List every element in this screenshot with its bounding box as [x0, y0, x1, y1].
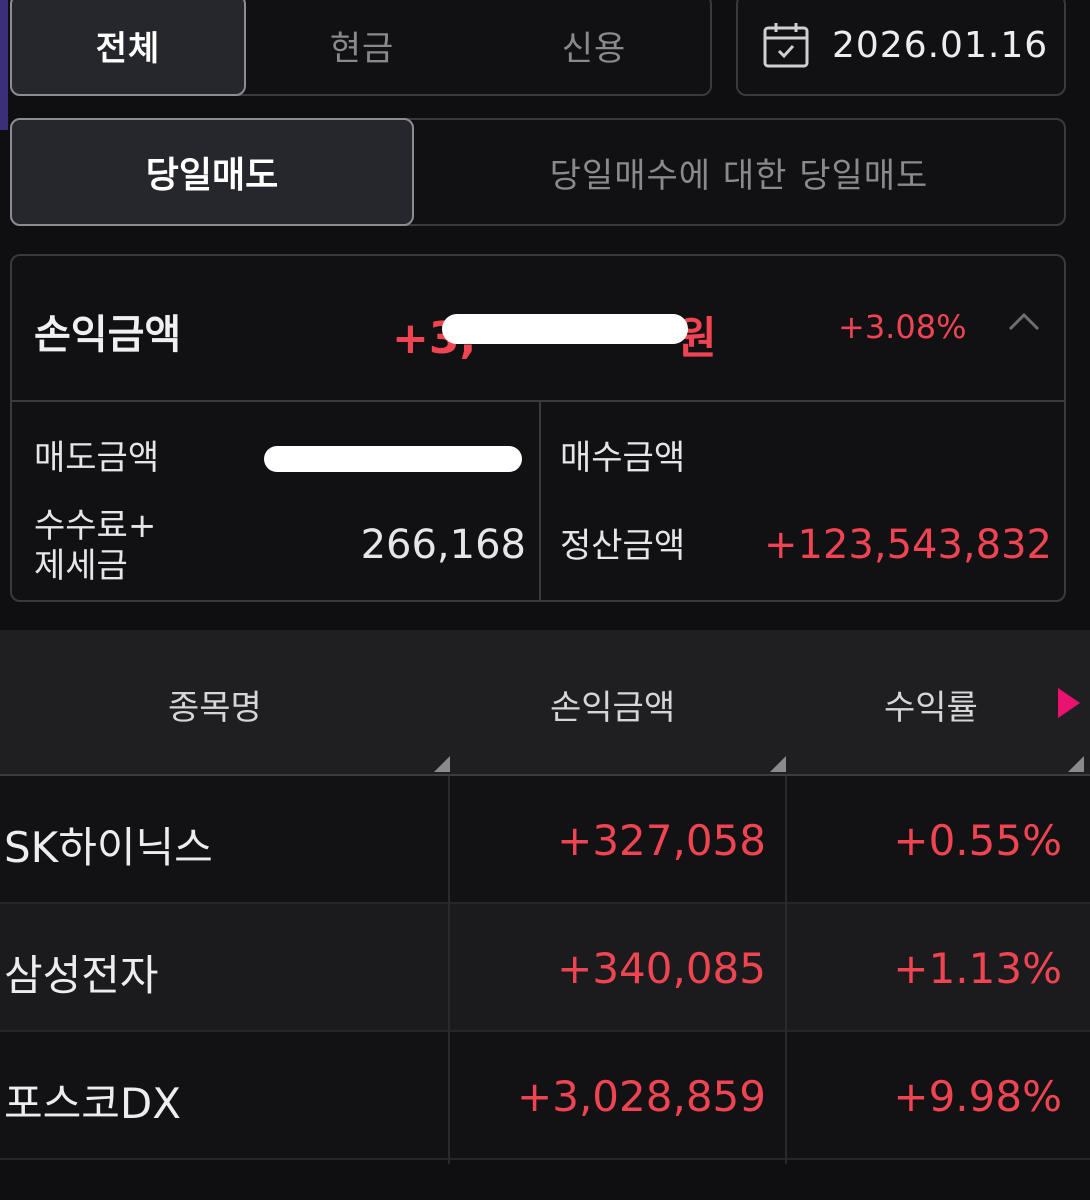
- date-picker[interactable]: 2026.01.16: [736, 0, 1066, 96]
- sort-corner-icon: [434, 756, 450, 772]
- account-type-tabs: 전체 현금 신용: [10, 0, 712, 96]
- fee-tax-value: 266,168: [360, 522, 526, 568]
- header-rate[interactable]: 수익률: [884, 680, 978, 729]
- profit-label: 손익금액: [34, 312, 182, 358]
- stock-rate: +0.55%: [893, 816, 1062, 865]
- summary-divider: [539, 402, 541, 600]
- fee-tax-label: 수수료+ 제세금: [34, 506, 156, 586]
- table-row[interactable]: SK하이닉스 +327,058 +0.55%: [0, 776, 1090, 904]
- left-accent-edge: [0, 0, 8, 130]
- stock-name: 포스코DX: [4, 1079, 182, 1128]
- stock-rate: +1.13%: [893, 944, 1062, 993]
- stock-table-header: 종목명 손익금액 수익률: [0, 630, 1090, 776]
- profit-summary-panel: 손익금액 +3, 원 +3.08% 매도금액 수수료+ 제세금 266,168 매수…: [10, 254, 1066, 602]
- stock-profit: +340,085: [557, 944, 766, 993]
- chevron-up-icon[interactable]: [1004, 302, 1044, 342]
- calendar-icon: [763, 23, 809, 68]
- tab-same-day-buy-sell[interactable]: 당일매수에 대한 당일매도: [414, 120, 1064, 224]
- tab-all[interactable]: 전체: [10, 0, 246, 96]
- column-divider: [448, 776, 450, 1164]
- stock-name: 삼성전자: [4, 951, 159, 1000]
- tab-credit[interactable]: 신용: [478, 0, 710, 94]
- sort-corner-icon: [770, 756, 786, 772]
- trade-type-tabs: 당일매도 당일매수에 대한 당일매도: [10, 118, 1066, 226]
- sell-amount-label: 매도금액: [34, 438, 160, 478]
- tab-same-day-sell[interactable]: 당일매도: [10, 118, 414, 226]
- buy-amount-label: 매수금액: [560, 438, 686, 478]
- stock-profit: +327,058: [557, 816, 766, 865]
- redaction-mark: [264, 446, 522, 472]
- header-profit[interactable]: 손익금액: [550, 680, 675, 729]
- settlement-label: 정산금액: [560, 526, 686, 566]
- settlement-value: +123,543,832: [764, 522, 1052, 568]
- tab-cash[interactable]: 현금: [246, 0, 478, 94]
- header-stock-name[interactable]: 종목명: [168, 680, 262, 729]
- profit-rate: +3.08%: [838, 308, 967, 346]
- stock-name: SK하이닉스: [4, 823, 213, 872]
- stock-profit: +3,028,859: [517, 1072, 766, 1121]
- triangle-right-icon[interactable]: [1058, 688, 1080, 718]
- redaction-mark: [442, 314, 688, 344]
- fee-label-line1: 수수료+: [34, 506, 157, 546]
- column-divider: [785, 776, 787, 1164]
- table-row[interactable]: 포스코DX +3,028,859 +9.98%: [0, 1032, 1090, 1160]
- summary-details: 매도금액 수수료+ 제세금 266,168 매수금액 정산금액 +123,543,…: [12, 402, 1064, 600]
- stock-rate: +9.98%: [893, 1072, 1062, 1121]
- sort-corner-icon: [1068, 756, 1084, 772]
- fee-label-line2: 제세금: [34, 546, 128, 586]
- profit-summary-header[interactable]: 손익금액 +3, 원 +3.08%: [12, 256, 1064, 402]
- table-row[interactable]: 삼성전자 +340,085 +1.13%: [0, 904, 1090, 1032]
- selected-date: 2026.01.16: [832, 24, 1049, 66]
